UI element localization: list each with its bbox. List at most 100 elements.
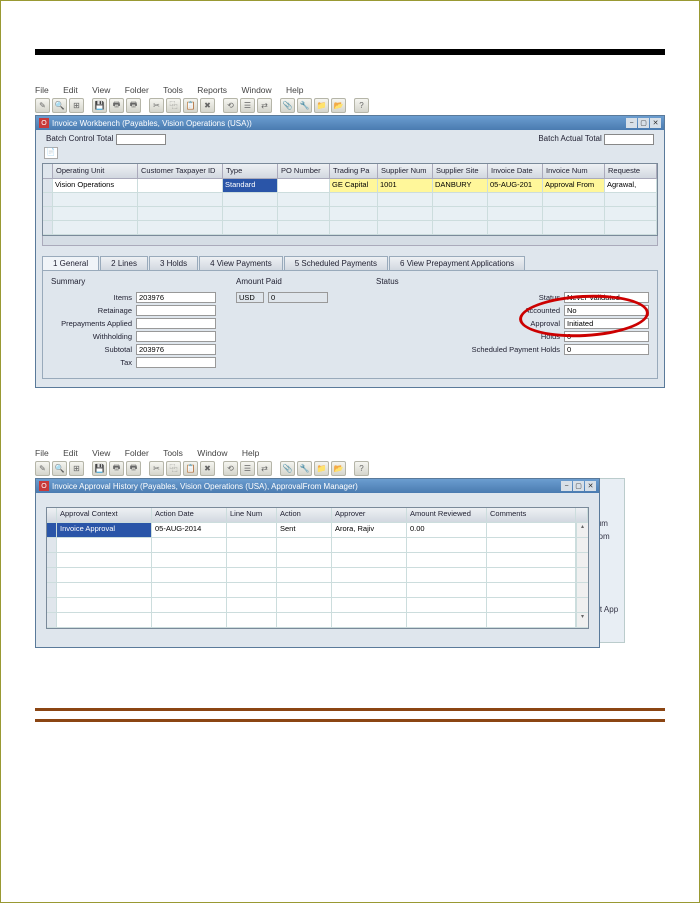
grid2-row-empty[interactable] bbox=[47, 568, 588, 583]
menu-file[interactable]: File bbox=[35, 85, 55, 95]
tb2-save-icon[interactable]: 💾 bbox=[92, 461, 107, 476]
tb-save-icon[interactable]: 💾 bbox=[92, 98, 107, 113]
tb-printsetup-icon[interactable]: 🖶 bbox=[126, 98, 141, 113]
cell-po[interactable] bbox=[278, 179, 330, 193]
tb2-c-icon[interactable]: ⇄ bbox=[257, 461, 272, 476]
cell-opunit[interactable]: Vision Operations bbox=[53, 179, 138, 193]
menu-reports[interactable]: Reports bbox=[197, 85, 233, 95]
menu-window[interactable]: Window bbox=[241, 85, 277, 95]
tb-open-icon[interactable]: 📂 bbox=[331, 98, 346, 113]
tb-cut-icon[interactable]: ✂ bbox=[149, 98, 164, 113]
grid-row-empty[interactable] bbox=[43, 193, 657, 207]
batch-control-input[interactable] bbox=[116, 134, 166, 145]
tab-general[interactable]: 1 General bbox=[42, 256, 99, 270]
minimize-icon-2[interactable]: − bbox=[561, 481, 572, 491]
menu-file-2[interactable]: File bbox=[35, 448, 55, 458]
tb-b-icon[interactable]: ☰ bbox=[240, 98, 255, 113]
grid2-row-empty[interactable] bbox=[47, 553, 588, 568]
prepay-field[interactable] bbox=[136, 318, 216, 329]
tb2-new-icon[interactable]: ✎ bbox=[35, 461, 50, 476]
grid2-row-empty[interactable] bbox=[47, 583, 588, 598]
tb2-attach-icon[interactable]: 📎 bbox=[280, 461, 295, 476]
cell-action[interactable]: Sent bbox=[277, 523, 332, 538]
row-scroll-up-icon[interactable]: ▴ bbox=[576, 523, 588, 538]
close-icon[interactable]: ✕ bbox=[650, 118, 661, 128]
tb-tools-icon[interactable]: 🔧 bbox=[297, 98, 312, 113]
tb2-folder-icon[interactable]: 📁 bbox=[314, 461, 329, 476]
tab-prepayment-apps[interactable]: 6 View Prepayment Applications bbox=[389, 256, 525, 270]
cell-action-date[interactable]: 05-AUG-2014 bbox=[152, 523, 227, 538]
tb2-b-icon[interactable]: ☰ bbox=[240, 461, 255, 476]
col-amount-reviewed[interactable]: Amount Reviewed bbox=[407, 508, 487, 523]
col-supnum[interactable]: Supplier Num bbox=[378, 164, 433, 179]
tb2-print-icon[interactable]: 🖶 bbox=[109, 461, 124, 476]
tb2-open-icon[interactable]: 📂 bbox=[331, 461, 346, 476]
status-status-field[interactable] bbox=[564, 292, 649, 303]
withholding-field[interactable] bbox=[136, 331, 216, 342]
cell-invdate[interactable]: 05-AUG-201 bbox=[488, 179, 543, 193]
col-taxpayer[interactable]: Customer Taxpayer ID bbox=[138, 164, 223, 179]
grid-row-1[interactable]: Vision Operations Standard GE Capital 10… bbox=[43, 179, 657, 193]
tb2-tools-icon[interactable]: 🔧 bbox=[297, 461, 312, 476]
tab-view-payments[interactable]: 4 View Payments bbox=[199, 256, 283, 270]
col-line-num[interactable]: Line Num bbox=[227, 508, 277, 523]
cell-taxpayer[interactable] bbox=[138, 179, 223, 193]
tb-print-icon[interactable]: 🖶 bbox=[109, 98, 124, 113]
menu-view-2[interactable]: View bbox=[92, 448, 116, 458]
col-po[interactable]: PO Number bbox=[278, 164, 330, 179]
grid2-row-empty[interactable] bbox=[47, 538, 588, 553]
tb-attach-icon[interactable]: 📎 bbox=[280, 98, 295, 113]
currency-field[interactable] bbox=[236, 292, 264, 303]
col-type[interactable]: Type bbox=[223, 164, 278, 179]
grid2-row-empty[interactable]: ▾ bbox=[47, 613, 588, 628]
cell-type[interactable]: Standard bbox=[223, 179, 278, 193]
tb2-nav-icon[interactable]: ⊞ bbox=[69, 461, 84, 476]
cell-amount[interactable]: 0.00 bbox=[407, 523, 487, 538]
col-operating-unit[interactable]: Operating Unit bbox=[53, 164, 138, 179]
cell-requeste[interactable]: Agrawal, bbox=[605, 179, 657, 193]
tb2-a-icon[interactable]: ⟲ bbox=[223, 461, 238, 476]
col-invdate[interactable]: Invoice Date bbox=[488, 164, 543, 179]
col-action[interactable]: Action bbox=[277, 508, 332, 523]
menu-tools-2[interactable]: Tools bbox=[163, 448, 189, 458]
col-trading[interactable]: Trading Pa bbox=[330, 164, 378, 179]
tb2-copy-icon[interactable]: ⿻ bbox=[166, 461, 181, 476]
items-field[interactable] bbox=[136, 292, 216, 303]
col-invnum[interactable]: Invoice Num bbox=[543, 164, 605, 179]
cell-invnum[interactable]: Approval From bbox=[543, 179, 605, 193]
col-comments[interactable]: Comments bbox=[487, 508, 576, 523]
col-supsite[interactable]: Supplier Site bbox=[433, 164, 488, 179]
tb-help-icon[interactable]: ? bbox=[354, 98, 369, 113]
row-scroll-down-icon[interactable]: ▾ bbox=[576, 613, 588, 628]
cell-supsite[interactable]: DANBURY bbox=[433, 179, 488, 193]
batch-actual-input[interactable] bbox=[604, 134, 654, 145]
maximize-icon-2[interactable]: ▢ bbox=[573, 481, 584, 491]
status-approval-field[interactable] bbox=[564, 318, 649, 329]
retainage-field[interactable] bbox=[136, 305, 216, 316]
amount-paid-field[interactable] bbox=[268, 292, 328, 303]
folder-tool-icon[interactable]: 📄 bbox=[44, 147, 58, 159]
menu-help[interactable]: Help bbox=[286, 85, 309, 95]
tb-a-icon[interactable]: ⟲ bbox=[223, 98, 238, 113]
grid-row-empty[interactable] bbox=[43, 207, 657, 221]
menu-folder[interactable]: Folder bbox=[125, 85, 155, 95]
cell-context[interactable]: Invoice Approval bbox=[57, 523, 152, 538]
col-requeste[interactable]: Requeste bbox=[605, 164, 657, 179]
tb2-paste-icon[interactable]: 📋 bbox=[183, 461, 198, 476]
cell-trading[interactable]: GE Capital bbox=[330, 179, 378, 193]
menu-edit-2[interactable]: Edit bbox=[63, 448, 84, 458]
menu-edit[interactable]: Edit bbox=[63, 85, 84, 95]
menu-help-2[interactable]: Help bbox=[242, 448, 265, 458]
tb2-clear-icon[interactable]: ✖ bbox=[200, 461, 215, 476]
menu-folder-2[interactable]: Folder bbox=[125, 448, 155, 458]
tb-copy-icon[interactable]: ⿻ bbox=[166, 98, 181, 113]
tb-nav-icon[interactable]: ⊞ bbox=[69, 98, 84, 113]
menu-tools[interactable]: Tools bbox=[163, 85, 189, 95]
cell-supnum[interactable]: 1001 bbox=[378, 179, 433, 193]
minimize-icon[interactable]: − bbox=[626, 118, 637, 128]
close-icon-2[interactable]: ✕ bbox=[585, 481, 596, 491]
cell-comments[interactable] bbox=[487, 523, 576, 538]
col-approval-context[interactable]: Approval Context bbox=[57, 508, 152, 523]
tb-find-icon[interactable]: 🔍 bbox=[52, 98, 67, 113]
tb2-find-icon[interactable]: 🔍 bbox=[52, 461, 67, 476]
